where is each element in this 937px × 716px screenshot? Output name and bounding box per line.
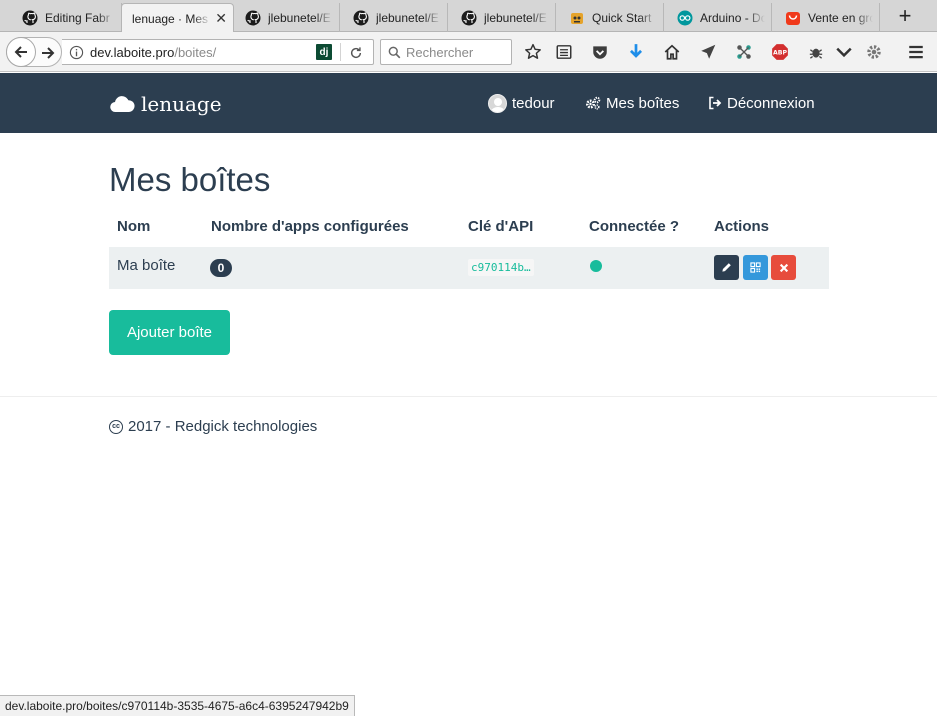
tab-bar: Editing Fabr lenuage · Mes ✕ jlebunetel/… xyxy=(0,0,937,33)
svg-text:ABP: ABP xyxy=(773,50,787,57)
apps-count: 0 xyxy=(210,259,232,277)
tab-title: jlebunetel/E xyxy=(268,10,333,25)
close-tab-icon[interactable]: ✕ xyxy=(215,10,227,27)
brand-name: lenuage xyxy=(141,92,222,116)
browser-tab[interactable]: Quick Start xyxy=(559,3,664,32)
arduino-icon xyxy=(677,10,693,26)
tab-title: Vente en gro xyxy=(808,10,873,25)
sign-out-icon xyxy=(708,96,722,110)
pocket-icon[interactable] xyxy=(590,42,610,62)
tab-title: lenuage · Mes xyxy=(132,11,212,26)
home-icon[interactable] xyxy=(662,42,682,62)
hamburger-menu-icon[interactable] xyxy=(906,42,926,62)
info-icon[interactable] xyxy=(68,44,84,60)
github-icon xyxy=(245,10,261,26)
browser-tab[interactable]: jlebunetel/E xyxy=(343,3,448,32)
browser-tab[interactable]: Editing Fabr xyxy=(12,3,122,32)
tab-title: jlebunetel/E xyxy=(376,10,441,25)
column-header-name: Nom xyxy=(117,218,151,235)
api-key: c970114b… xyxy=(468,258,534,276)
tab-title: Quick Start xyxy=(592,10,657,25)
new-tab-button[interactable]: + xyxy=(890,2,920,30)
shop-icon xyxy=(785,10,801,26)
quickstart-icon xyxy=(569,10,585,26)
divider xyxy=(340,43,341,61)
creative-commons-icon: cc xyxy=(109,419,123,434)
search-placeholder: Rechercher xyxy=(406,44,474,60)
page-title: Mes boîtes xyxy=(109,161,271,198)
browser-tab[interactable]: jlebunetel/E xyxy=(451,3,556,32)
nav-logout[interactable]: Déconnexion xyxy=(708,93,815,113)
status-bar: dev.laboite.pro/boites/c970114b-3535-467… xyxy=(0,695,355,716)
browser-toolbar: dev.laboite.pro/boites/ dj Rechercher AB… xyxy=(0,32,937,72)
close-icon xyxy=(779,263,788,272)
site-navbar: lenuage tedour Mes boîtes Déconnexion xyxy=(0,73,937,133)
back-forward-group xyxy=(6,37,62,67)
add-box-button[interactable]: Ajouter boîte xyxy=(109,310,230,355)
back-button[interactable] xyxy=(6,37,36,67)
github-icon xyxy=(353,10,369,26)
api-key-value: c970114b… xyxy=(468,259,534,276)
search-input[interactable]: Rechercher xyxy=(380,39,512,65)
reload-icon[interactable] xyxy=(348,45,364,61)
arrow-right-icon xyxy=(42,47,55,59)
avatar xyxy=(488,93,507,113)
brand-logo[interactable]: lenuage xyxy=(109,91,222,117)
divider xyxy=(0,396,937,397)
url-text: dev.laboite.pro/boites/ xyxy=(90,45,216,60)
box-name: Ma boîte xyxy=(117,257,176,274)
nav-my-boxes[interactable]: Mes boîtes xyxy=(585,93,679,113)
footer-text: 2017 - Redgick technologies xyxy=(128,418,318,435)
qrcode-button[interactable] xyxy=(743,255,768,280)
reader-list-icon[interactable] xyxy=(554,42,574,62)
browser-tab[interactable]: jlebunetel/E xyxy=(235,3,340,32)
apps-count-badge: 0 xyxy=(210,259,232,277)
search-icon xyxy=(387,45,401,59)
bug-icon[interactable] xyxy=(806,42,826,62)
column-header-connected: Connectée ? xyxy=(589,218,680,235)
browser-tab[interactable]: Arduino - Do xyxy=(667,3,772,32)
column-header-actions: Actions xyxy=(714,218,770,235)
github-icon xyxy=(461,10,477,26)
download-icon[interactable] xyxy=(626,42,646,62)
nav-logout-label: Déconnexion xyxy=(727,94,815,112)
url-domain: dev.laboite.pro xyxy=(90,44,175,60)
extension-network-icon[interactable] xyxy=(734,42,754,62)
forward-button[interactable] xyxy=(39,44,57,62)
qrcode-icon xyxy=(750,262,761,273)
github-icon xyxy=(22,10,38,26)
url-path: /boites/ xyxy=(174,44,217,60)
delete-button[interactable] xyxy=(771,255,796,280)
tab-title: Editing Fabr xyxy=(45,10,115,25)
url-bar[interactable]: dev.laboite.pro/boites/ dj xyxy=(62,39,374,65)
adblock-icon[interactable]: ABP xyxy=(770,42,790,62)
tab-title: jlebunetel/E xyxy=(484,10,549,25)
browser-tab-active[interactable]: lenuage · Mes ✕ xyxy=(121,3,234,33)
footer: cc 2017 - Redgick technologies xyxy=(109,418,317,435)
column-header-api-key: Clé d'API xyxy=(468,218,534,235)
edit-button[interactable] xyxy=(714,255,739,280)
cloud-icon xyxy=(109,94,135,114)
chevron-down-icon[interactable] xyxy=(834,42,854,62)
django-icon[interactable]: dj xyxy=(316,44,332,60)
status-dot-icon xyxy=(590,260,602,272)
cogs-icon xyxy=(585,96,601,110)
gear-icon[interactable] xyxy=(864,42,884,62)
nav-user-label: tedour xyxy=(512,94,555,112)
arrow-left-icon xyxy=(14,46,27,58)
bookmark-star-icon[interactable] xyxy=(523,42,543,62)
browser-tab[interactable]: Vente en gro xyxy=(775,3,880,32)
pencil-icon xyxy=(722,263,731,272)
connected-status xyxy=(590,260,602,272)
table-row: Ma boîte 0 c970114b… xyxy=(109,247,829,289)
send-icon[interactable] xyxy=(698,42,718,62)
column-header-apps: Nombre d'apps configurées xyxy=(211,218,409,235)
nav-my-boxes-label: Mes boîtes xyxy=(606,94,680,112)
tab-title: Arduino - Do xyxy=(700,10,765,25)
nav-user[interactable]: tedour xyxy=(488,93,555,113)
